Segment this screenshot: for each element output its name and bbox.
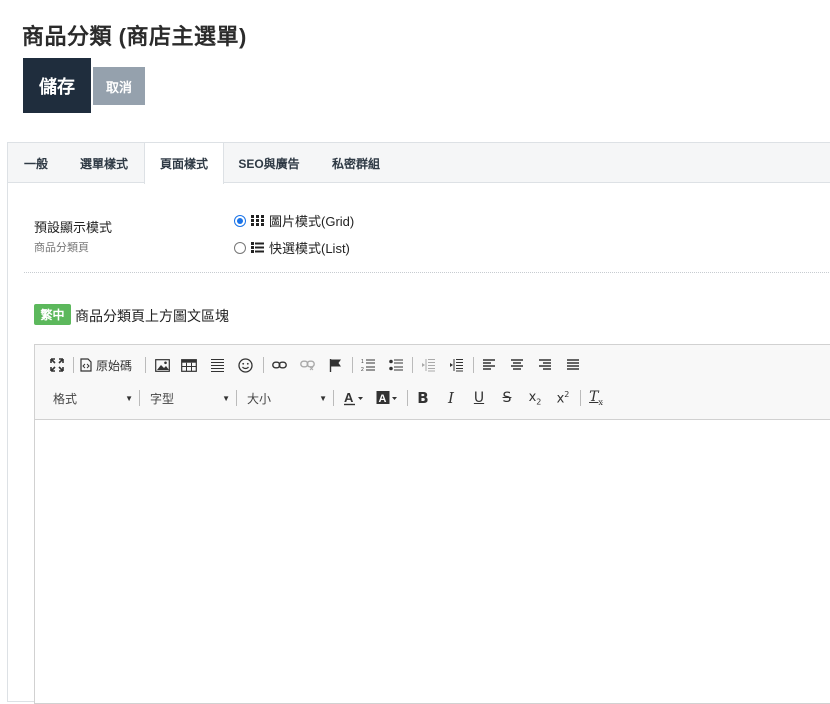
grid-icon — [251, 215, 264, 226]
chevron-down-icon: ▼ — [319, 393, 327, 403]
underline-icon[interactable]: U — [469, 388, 489, 408]
text-color-button[interactable]: A — [341, 388, 367, 408]
source-code-button[interactable]: 原始碼 — [80, 355, 140, 375]
anchor-flag-icon[interactable] — [325, 355, 345, 375]
remove-format-icon[interactable]: Tx — [586, 388, 606, 408]
table-icon[interactable] — [179, 355, 199, 375]
font-dropdown[interactable]: 字型 ▼ — [150, 387, 230, 409]
tab-bar: 一般 選單樣式 頁面樣式 SEO與廣告 私密群組 — [8, 143, 830, 184]
tab-general[interactable]: 一般 — [8, 143, 64, 183]
align-center-icon[interactable] — [507, 355, 527, 375]
smiley-icon[interactable] — [235, 355, 255, 375]
svg-text:A: A — [379, 393, 387, 405]
page-title: 商品分類 (商店主選單) — [22, 24, 247, 49]
background-color-icon: A — [376, 391, 397, 405]
tab-page-style[interactable]: 頁面樣式 — [144, 143, 224, 184]
background-color-button[interactable]: A — [375, 388, 401, 408]
outdent-icon[interactable] — [418, 355, 438, 375]
indent-icon[interactable] — [446, 355, 466, 375]
cancel-button[interactable]: 取消 — [93, 67, 145, 105]
link-icon[interactable] — [269, 355, 289, 375]
editor-toolbar: 原始碼 1 2 格式 ▼ 字型 ▼ 大小 ▼ A A B I U S x2 x2… — [35, 345, 830, 420]
svg-text:1: 1 — [361, 359, 364, 365]
radio-list-label: 快選模式(List) — [269, 241, 350, 256]
numbered-list-icon[interactable]: 12 — [358, 355, 378, 375]
tab-seo-ads[interactable]: SEO與廣告 — [224, 143, 314, 183]
align-right-icon[interactable] — [535, 355, 555, 375]
align-left-icon[interactable] — [479, 355, 499, 375]
maximize-icon[interactable] — [47, 355, 67, 375]
italic-icon[interactable]: I — [441, 388, 461, 408]
source-code-label: 原始碼 — [96, 358, 133, 373]
align-justify-icon[interactable] — [563, 355, 583, 375]
font-dropdown-label: 字型 — [150, 391, 175, 406]
format-dropdown-label: 格式 — [53, 391, 78, 406]
svg-text:2: 2 — [361, 367, 364, 372]
radio-list[interactable] — [234, 241, 246, 254]
display-mode-sublabel: 商品分類頁 — [34, 242, 89, 254]
radio-grid[interactable] — [234, 214, 246, 227]
svg-text:A: A — [344, 390, 354, 405]
text-color-icon: A — [344, 390, 363, 406]
subscript-icon[interactable]: x2 — [525, 388, 545, 408]
image-icon[interactable] — [152, 355, 172, 375]
language-badge: 繁中 — [34, 304, 71, 325]
content-block-label: 商品分類頁上方圖文區塊 — [75, 308, 229, 324]
unlink-icon[interactable] — [297, 355, 317, 375]
tab-private-group[interactable]: 私密群組 — [314, 143, 398, 183]
source-icon — [80, 358, 92, 372]
editor-content-area[interactable] — [35, 421, 830, 703]
rich-text-editor: 原始碼 1 2 格式 ▼ 字型 ▼ 大小 ▼ A A B I U S x2 x2… — [34, 344, 830, 704]
strikethrough-icon[interactable]: S — [497, 388, 517, 408]
chevron-down-icon: ▼ — [222, 393, 230, 403]
radio-option-grid[interactable]: 圖片模式(Grid) — [234, 211, 354, 230]
size-dropdown[interactable]: 大小 ▼ — [247, 387, 327, 409]
bulleted-list-icon[interactable] — [386, 355, 406, 375]
settings-panel: 一般 選單樣式 頁面樣式 SEO與廣告 私密群組 預設顯示模式 商品分類頁 圖片… — [7, 142, 830, 704]
save-button[interactable]: 儲存 — [23, 58, 91, 113]
superscript-icon[interactable]: x2 — [553, 388, 573, 408]
section-divider — [24, 272, 830, 273]
tab-menu-style[interactable]: 選單樣式 — [64, 143, 144, 183]
radio-option-list[interactable]: 快選模式(List) — [234, 238, 350, 257]
bold-icon[interactable]: B — [413, 388, 433, 408]
display-mode-label: 預設顯示模式 — [34, 220, 113, 235]
horizontal-rule-icon[interactable] — [207, 355, 227, 375]
list-icon — [251, 242, 264, 253]
radio-grid-label: 圖片模式(Grid) — [269, 214, 355, 229]
format-dropdown[interactable]: 格式 ▼ — [53, 387, 133, 409]
chevron-down-icon: ▼ — [125, 393, 133, 403]
size-dropdown-label: 大小 — [247, 391, 272, 406]
